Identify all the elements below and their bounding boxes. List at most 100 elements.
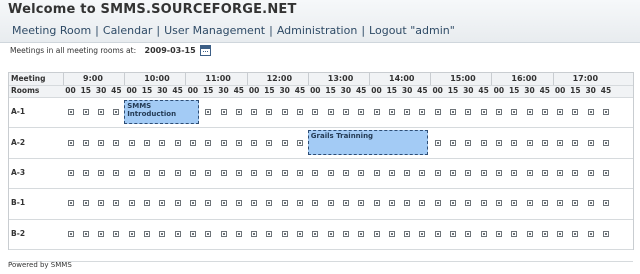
book-slot-checkbox[interactable] <box>373 170 380 176</box>
book-slot-checkbox[interactable] <box>113 139 120 146</box>
book-slot-checkbox[interactable] <box>434 200 441 207</box>
book-slot-checkbox[interactable] <box>587 200 594 207</box>
calendar-icon[interactable] <box>200 45 211 56</box>
book-slot-checkbox[interactable] <box>312 170 319 176</box>
book-slot-checkbox[interactable] <box>557 139 564 146</box>
book-slot-checkbox[interactable] <box>388 109 395 116</box>
book-slot-checkbox[interactable] <box>388 200 395 207</box>
book-slot-checkbox[interactable] <box>373 230 380 237</box>
book-slot-checkbox[interactable] <box>557 230 564 237</box>
nav-meeting-room[interactable]: Meeting Room <box>12 24 91 37</box>
book-slot-checkbox[interactable] <box>312 109 319 116</box>
book-slot-checkbox[interactable] <box>358 170 365 176</box>
book-slot-checkbox[interactable] <box>434 230 441 237</box>
book-slot-checkbox[interactable] <box>465 109 472 116</box>
book-slot-checkbox[interactable] <box>266 139 273 146</box>
book-slot-checkbox[interactable] <box>174 139 181 146</box>
book-slot-checkbox[interactable] <box>465 170 472 176</box>
book-slot-checkbox[interactable] <box>541 109 548 116</box>
book-slot-checkbox[interactable] <box>465 230 472 237</box>
book-slot-checkbox[interactable] <box>587 109 594 116</box>
book-slot-checkbox[interactable] <box>541 200 548 207</box>
book-slot-checkbox[interactable] <box>220 170 227 176</box>
book-slot-checkbox[interactable] <box>297 200 303 207</box>
book-slot-checkbox[interactable] <box>450 109 456 116</box>
book-slot-checkbox[interactable] <box>144 139 150 146</box>
book-slot-checkbox[interactable] <box>220 139 227 146</box>
book-slot-checkbox[interactable] <box>159 139 166 146</box>
book-slot-checkbox[interactable] <box>557 109 564 116</box>
book-slot-checkbox[interactable] <box>587 139 594 146</box>
book-slot-checkbox[interactable] <box>189 139 196 146</box>
book-slot-checkbox[interactable] <box>113 230 120 237</box>
book-slot-checkbox[interactable] <box>434 139 441 146</box>
book-slot-checkbox[interactable] <box>511 170 518 176</box>
book-slot-checkbox[interactable] <box>572 170 579 176</box>
book-slot-checkbox[interactable] <box>82 200 89 207</box>
book-slot-checkbox[interactable] <box>419 200 426 207</box>
book-slot-checkbox[interactable] <box>205 170 212 176</box>
book-slot-checkbox[interactable] <box>297 230 303 237</box>
book-slot-checkbox[interactable] <box>205 139 212 146</box>
book-slot-checkbox[interactable] <box>495 109 502 116</box>
book-slot-checkbox[interactable] <box>541 230 548 237</box>
book-slot-checkbox[interactable] <box>495 230 502 237</box>
book-slot-checkbox[interactable] <box>281 200 288 207</box>
book-slot-checkbox[interactable] <box>82 109 89 116</box>
book-slot-checkbox[interactable] <box>480 230 487 237</box>
book-slot-checkbox[interactable] <box>281 109 288 116</box>
book-slot-checkbox[interactable] <box>312 200 319 207</box>
book-slot-checkbox[interactable] <box>404 200 411 207</box>
book-slot-checkbox[interactable] <box>189 170 196 176</box>
book-slot-checkbox[interactable] <box>480 139 487 146</box>
book-slot-checkbox[interactable] <box>342 109 349 116</box>
book-slot-checkbox[interactable] <box>419 170 426 176</box>
book-slot-checkbox[interactable] <box>266 109 273 116</box>
book-slot-checkbox[interactable] <box>144 230 150 237</box>
nav-calendar[interactable]: Calendar <box>103 24 152 37</box>
book-slot-checkbox[interactable] <box>159 230 166 237</box>
book-slot-checkbox[interactable] <box>266 170 273 176</box>
book-slot-checkbox[interactable] <box>511 109 518 116</box>
book-slot-checkbox[interactable] <box>113 170 120 176</box>
book-slot-checkbox[interactable] <box>174 170 181 176</box>
book-slot-checkbox[interactable] <box>480 109 487 116</box>
book-slot-checkbox[interactable] <box>342 230 349 237</box>
book-slot-checkbox[interactable] <box>541 139 548 146</box>
book-slot-checkbox[interactable] <box>404 230 411 237</box>
book-slot-checkbox[interactable] <box>205 109 212 116</box>
book-slot-checkbox[interactable] <box>82 170 89 176</box>
book-slot-checkbox[interactable] <box>159 200 166 207</box>
book-slot-checkbox[interactable] <box>327 109 334 116</box>
book-slot-checkbox[interactable] <box>67 170 74 176</box>
book-slot-checkbox[interactable] <box>144 200 150 207</box>
book-slot-checkbox[interactable] <box>587 170 594 176</box>
book-slot-checkbox[interactable] <box>281 170 288 176</box>
book-slot-checkbox[interactable] <box>67 230 74 237</box>
book-slot-checkbox[interactable] <box>144 170 150 176</box>
book-slot-checkbox[interactable] <box>450 200 456 207</box>
book-slot-checkbox[interactable] <box>174 200 181 207</box>
book-slot-checkbox[interactable] <box>419 230 426 237</box>
book-slot-checkbox[interactable] <box>404 109 411 116</box>
book-slot-checkbox[interactable] <box>312 230 319 237</box>
book-slot-checkbox[interactable] <box>251 200 258 207</box>
book-slot-checkbox[interactable] <box>434 170 441 176</box>
book-slot-checkbox[interactable] <box>465 200 472 207</box>
book-slot-checkbox[interactable] <box>526 109 533 116</box>
book-slot-checkbox[interactable] <box>342 200 349 207</box>
book-slot-checkbox[interactable] <box>388 230 395 237</box>
nav-user-management[interactable]: User Management <box>164 24 265 37</box>
book-slot-checkbox[interactable] <box>251 139 258 146</box>
book-slot-checkbox[interactable] <box>572 109 579 116</box>
meeting-block[interactable]: Grails Trainning <box>307 130 429 155</box>
book-slot-checkbox[interactable] <box>327 230 334 237</box>
book-slot-checkbox[interactable] <box>342 170 349 176</box>
book-slot-checkbox[interactable] <box>327 200 334 207</box>
book-slot-checkbox[interactable] <box>557 200 564 207</box>
book-slot-checkbox[interactable] <box>603 230 609 237</box>
book-slot-checkbox[interactable] <box>82 230 89 237</box>
book-slot-checkbox[interactable] <box>511 230 518 237</box>
book-slot-checkbox[interactable] <box>480 200 487 207</box>
meeting-block[interactable]: SMMS Introduction <box>124 100 199 125</box>
